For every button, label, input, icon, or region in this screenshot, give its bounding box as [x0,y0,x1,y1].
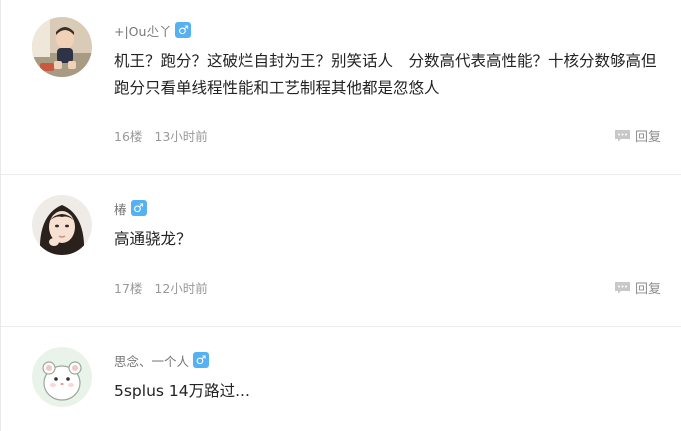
comment-footer: 17楼 12小时前 回复 [114,278,661,298]
reply-label: 回复 [634,282,661,297]
username-link[interactable]: +|Ou尐丫 [114,21,171,40]
male-gender-icon: ♂ [130,200,147,216]
user-line: +|Ou尐丫 ♂ [114,20,192,40]
comment-text: 高通骁龙？ [114,230,192,248]
male-gender-icon: ♂ [193,352,210,368]
comment-item: 思念、一个人 ♂ 5splus 14万路过... [1,327,681,431]
reply-button[interactable]: 回复 [614,278,661,297]
comment-footer: 16楼 13小时前 回复 [114,126,661,146]
baby-avatar-photo [32,17,92,77]
username-link[interactable]: 椿 [114,199,127,218]
avatar[interactable] [32,17,92,77]
reply-button[interactable]: 回复 [614,126,661,145]
comment-item: 椿 ♂ 高通骁龙？ 17楼 12小时前 回复 [1,175,681,326]
username-link[interactable]: 思念、一个人 [114,351,189,370]
post-time: 12小时前 [154,280,208,296]
comment-text: 5splus 14万路过... [114,382,250,400]
comment-text: 机王？跑分？这破烂自封为王？别笑话人 分数高代表高性能？十核分数够高但跑分只看单… [114,52,657,97]
comment-bubble-icon [614,130,630,142]
floor-number: 17楼 [114,280,143,296]
comment-item: +|Ou尐丫 ♂ 机王？跑分？这破烂自封为王？别笑话人 分数高代表高性能？十核分… [1,0,681,174]
woman-avatar-photo [32,195,92,255]
male-gender-icon: ♂ [175,22,192,38]
comment-bubble-icon [614,282,630,294]
avatar[interactable] [32,347,92,407]
hamster-avatar-illustration [32,347,92,407]
user-line: 椿 ♂ [114,198,147,218]
floor-number: 16楼 [114,128,143,144]
reply-label: 回复 [634,130,661,145]
user-line: 思念、一个人 ♂ [114,350,210,370]
avatar[interactable] [32,195,92,255]
post-time: 13小时前 [154,128,208,144]
